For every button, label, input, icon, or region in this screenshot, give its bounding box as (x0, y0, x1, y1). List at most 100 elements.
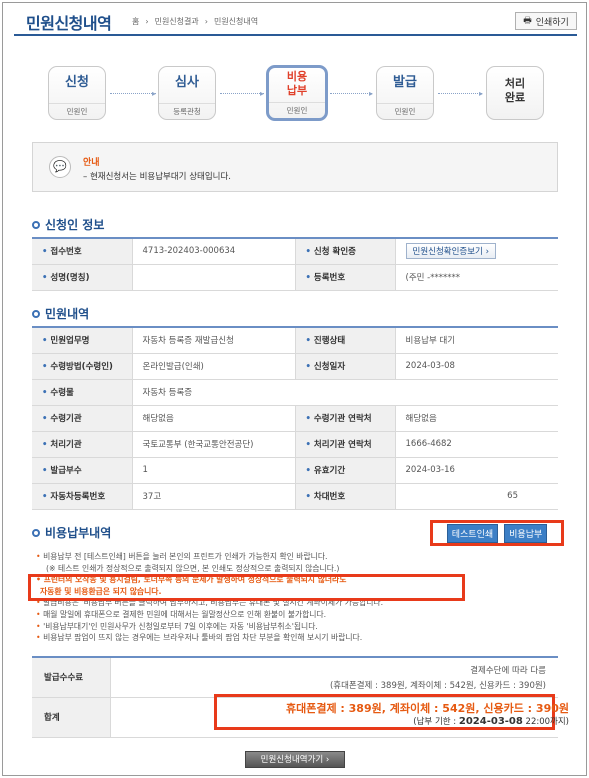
step-apply: 신청 민원인 (48, 66, 106, 120)
row-label: 민원업무명 (32, 327, 133, 354)
arrow-right-icon: ▸ (152, 89, 157, 98)
section-title-text: 민원내역 (45, 307, 90, 321)
fee-label: 발급수수료 (32, 657, 111, 698)
note-item: • 매월 말일에 휴대폰으로 결제한 민원에 대해서는 월말정산으로 인해 환불… (36, 609, 327, 619)
row-value: 1 (132, 457, 296, 484)
confirm-cell: 민원신청확인증보기 › (395, 238, 558, 265)
step-connector (438, 93, 482, 94)
speech-bubble-icon: 💬 (49, 156, 71, 178)
arrow-right-icon: ▸ (369, 89, 374, 98)
step-sub: 민원인 (269, 102, 325, 118)
fee-line2: (휴대폰결제 : 389원, 계좌이체 : 542원, 신용카드 : 390원) (329, 680, 546, 691)
progress-steps: 신청 민원인 ▸ 심사 등록관청 ▸ 비용 납부 민원인 ▸ 발급 민원인 ▸ … (44, 65, 544, 122)
step-payment: 비용 납부 민원인 (266, 65, 328, 121)
step-sub: 등록관청 (159, 103, 215, 119)
row-label: 발급부수 (32, 457, 133, 484)
row-value: 2024-03-16 (395, 457, 558, 484)
step-sub: 민원인 (377, 103, 433, 119)
table-row: 성명(명칭) 등록번호 (주민 -******* (32, 264, 558, 291)
page-title: 민원신청내역 (26, 14, 112, 33)
row-value: 37고 (132, 483, 296, 510)
back-to-list-button[interactable]: 민원신청내역가기 › (245, 751, 345, 768)
applicant-table: 접수번호 4713-202403-000634 신청 확인증 민원신청확인증보기… (32, 237, 558, 291)
step-label: 비용 납부 (286, 70, 308, 97)
section-title-text: 비용납부내역 (45, 526, 112, 540)
row-value: 2024-03-08 (395, 353, 558, 380)
page-header: 민원신청내역 홈 › 민원신청결과 › 민원신청내역 🖶 인쇄하기 (14, 8, 577, 36)
total-amounts: 휴대폰결제 : 389원, 계좌이체 : 542원, 신용카드 : 390원 (286, 702, 569, 715)
row-label: 진행상태 (295, 327, 396, 354)
section-title-text: 신청인 정보 (45, 218, 105, 232)
test-print-button[interactable]: 테스트인쇄 (446, 523, 499, 543)
step-issue: 발급 민원인 (376, 66, 434, 120)
table-row: 발급부수 1 유효기간 2024-03-16 (32, 457, 558, 484)
breadcrumb: 홈 › 민원신청결과 › 민원신청내역 (132, 16, 258, 27)
table-row: 접수번호 4713-202403-000634 신청 확인증 민원신청확인증보기… (32, 238, 558, 265)
fee-value: 결제수단에 따라 다름 (휴대폰결제 : 389원, 계좌이체 : 542원, … (110, 657, 558, 698)
receipt-no-label: 접수번호 (32, 238, 133, 265)
row-label: 유효기간 (295, 457, 396, 484)
back-label: 민원신청내역가기 (260, 755, 324, 765)
table-row: 수령기관 해당없음 수령기관 연락처 해당없음 (32, 405, 558, 432)
row-label: 수령기관 연락처 (295, 405, 396, 432)
row-label: 자동차등록번호 (32, 483, 133, 510)
row-value: 자동차 등록증 (132, 379, 558, 406)
row-value: 국토교통부 (한국교통안전공단) (132, 431, 296, 458)
table-row: 자동차등록번호 37고 차대번호 65 (32, 483, 558, 510)
regno-label: 등록번호 (295, 264, 396, 291)
step-connector (220, 93, 264, 94)
name-label: 성명(명칭) (32, 264, 133, 291)
chevron-right-icon: › (325, 755, 330, 765)
step-sub: 민원인 (49, 103, 105, 119)
row-value: 온라인발급(인쇄) (132, 353, 296, 380)
breadcrumb-home[interactable]: 홈 (132, 16, 139, 27)
row-label: 신청일자 (295, 353, 396, 380)
confirm-label: 신청 확인증 (295, 238, 396, 265)
view-confirmation-label: 민원신청확인증보기 (412, 247, 483, 258)
row-value: 65 (395, 483, 558, 510)
chevron-right-icon: › (145, 17, 149, 26)
printer-icon: 🖶 (523, 16, 532, 26)
step-label: 발급 (393, 75, 417, 90)
table-row: 수령물 자동차 등록증 (32, 379, 558, 406)
step-label: 심사 (175, 75, 199, 90)
row-value: 자동차 등록증 재발급신청 (132, 327, 296, 354)
arrow-right-icon: ▸ (479, 89, 484, 98)
breadcrumb-result[interactable]: 민원신청결과 (155, 16, 199, 27)
pay-button[interactable]: 비용납부 (504, 523, 548, 543)
print-label: 인쇄하기 (535, 17, 569, 28)
table-row: 민원업무명 자동차 등록증 재발급신청 진행상태 비용납부 대기 (32, 327, 558, 354)
section-petition-title: 민원내역 (32, 305, 89, 322)
step-label: 처리 완료 (504, 77, 526, 104)
circle-bullet-icon (32, 220, 40, 229)
notice-box: 💬 안내 – 현재신청서는 비용납부대기 상태입니다. (32, 142, 558, 192)
warning-highlight-box (28, 574, 465, 601)
row-value: 1666-4682 (395, 431, 558, 458)
name-value (132, 264, 296, 291)
fee-buttons-highlight: 테스트인쇄 비용납부 (430, 520, 564, 546)
table-row: 수령방법(수령인) 온라인발급(인쇄) 신청일자 2024-03-08 (32, 353, 558, 380)
note-item: • 비용납부 전 [테스트인쇄] 버튼을 눌러 본인의 프린트가 인쇄가 가능한… (36, 552, 328, 561)
row-value: 비용납부 대기 (395, 327, 558, 354)
view-confirmation-button[interactable]: 민원신청확인증보기 › (405, 243, 496, 260)
notice-text: – 현재신청서는 비용납부대기 상태입니다. (83, 172, 231, 182)
row-label: 차대번호 (295, 483, 396, 510)
regno-value: (주민 -******* (395, 264, 558, 291)
row-label: 수령방법(수령인) (32, 353, 133, 380)
total-label: 합계 (32, 697, 111, 738)
table-row: 처리기관 국토교통부 (한국교통안전공단) 처리기관 연락처 1666-4682 (32, 431, 558, 458)
step-connector (330, 93, 372, 94)
row-label: 수령기관 (32, 405, 133, 432)
note-item: (※ 테스트 인쇄가 정상적으로 출력되지 않으면, 본 인쇄도 정상적으로 출… (46, 563, 340, 573)
print-button[interactable]: 🖶 인쇄하기 (515, 12, 577, 30)
chevron-right-icon: › (485, 247, 489, 258)
row-label: 처리기관 연락처 (295, 431, 396, 458)
circle-bullet-icon (32, 528, 40, 537)
section-fee-title: 비용납부내역 (32, 524, 111, 541)
table-row: 발급수수료 결제수단에 따라 다름 (휴대폰결제 : 389원, 계좌이체 : … (32, 657, 558, 698)
row-label: 수령물 (32, 379, 133, 406)
step-complete: 처리 완료 (486, 66, 544, 120)
row-value: 해당없음 (132, 405, 296, 432)
payment-deadline: (납부 기한 : 2024-03-08 22:00까지) (413, 716, 569, 727)
circle-bullet-icon (32, 309, 40, 318)
